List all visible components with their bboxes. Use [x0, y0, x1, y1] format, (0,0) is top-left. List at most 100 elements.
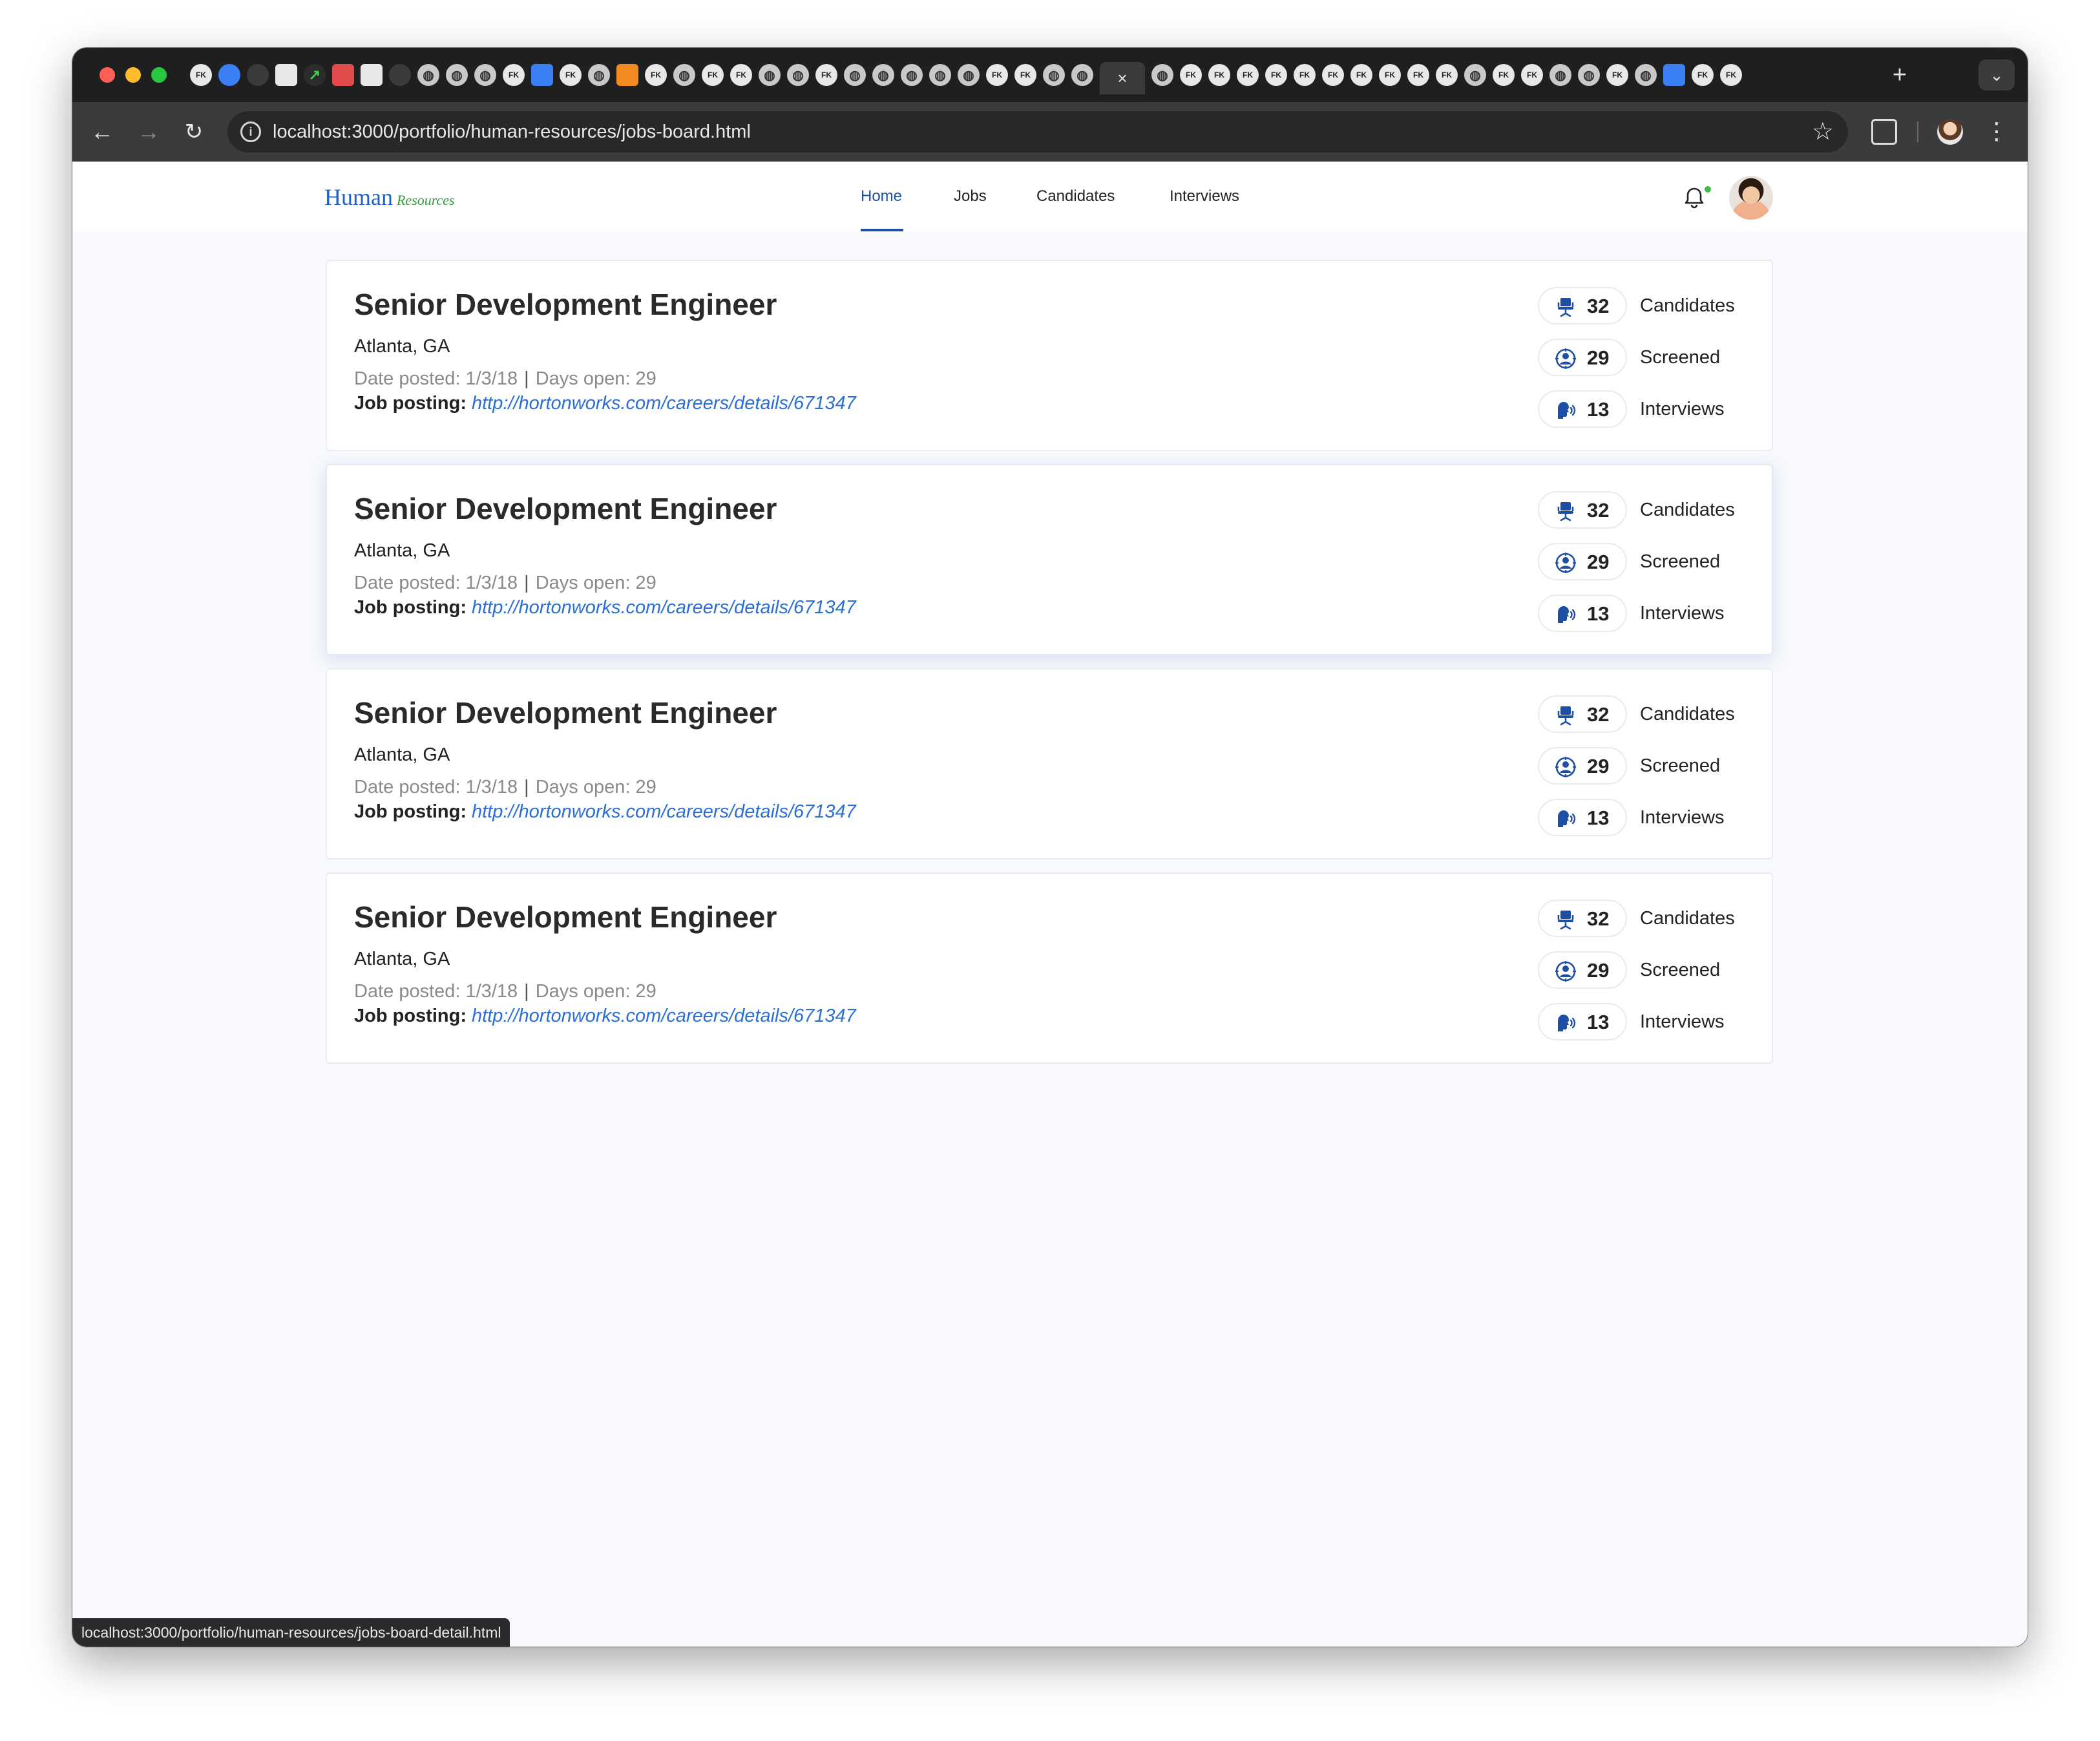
job-posting-link[interactable]: http://hortonworks.com/careers/details/6… — [472, 393, 856, 414]
stat-interviews[interactable]: 13 Interviews — [1538, 390, 1732, 428]
tab-globe-favicon-icon[interactable]: ◍ — [929, 64, 951, 86]
tab-fk-favicon-icon[interactable]: FK — [1436, 64, 1458, 86]
tab-globe-favicon-icon[interactable]: ◍ — [1071, 64, 1093, 86]
job-posting-link[interactable]: http://hortonworks.com/careers/details/6… — [472, 1006, 856, 1026]
job-card[interactable]: Senior Development Engineer Atlanta, GA … — [326, 872, 1773, 1064]
address-bar[interactable]: i localhost:3000/portfolio/human-resourc… — [227, 111, 1848, 153]
close-window-button[interactable] — [100, 67, 115, 83]
tab-fk-favicon-icon[interactable]: FK — [1180, 64, 1202, 86]
tab-dark-favicon-icon[interactable] — [389, 64, 411, 86]
tab-fk-favicon-icon[interactable]: FK — [1237, 64, 1259, 86]
tab-fk-favicon-icon[interactable]: FK — [1014, 64, 1036, 86]
tab-orange-favicon-icon[interactable] — [616, 64, 638, 86]
stat-pill[interactable]: 13 — [1538, 390, 1627, 428]
stat-pill[interactable]: 32 — [1538, 287, 1627, 324]
nav-interviews[interactable]: Interviews — [1170, 162, 1239, 231]
tab-blue-favicon-icon[interactable] — [218, 64, 240, 86]
stat-interviews[interactable]: 13 Interviews — [1538, 799, 1732, 836]
stat-candidates[interactable]: 32 Candidates — [1538, 695, 1735, 733]
tab-fk-favicon-icon[interactable]: FK — [190, 64, 212, 86]
tab-globe-favicon-icon[interactable]: ◍ — [1043, 64, 1065, 86]
minimize-window-button[interactable] — [125, 67, 141, 83]
tab-square-favicon-icon[interactable] — [361, 64, 383, 86]
address-url[interactable]: localhost:3000/portfolio/human-resources… — [273, 111, 751, 153]
tab-blue-favicon-icon[interactable] — [1663, 64, 1685, 86]
tab-search-button[interactable]: ⌄ — [1979, 59, 2015, 90]
tab-dark-favicon-icon[interactable] — [247, 64, 269, 86]
tab-fk-favicon-icon[interactable]: FK — [1606, 64, 1628, 86]
tab-fk-favicon-icon[interactable]: FK — [815, 64, 837, 86]
bell-icon[interactable] — [1681, 185, 1707, 211]
app-logo[interactable]: Human Resources — [324, 184, 455, 212]
stat-pill[interactable]: 29 — [1538, 543, 1627, 580]
tab-fk-favicon-icon[interactable]: FK — [503, 64, 525, 86]
stat-pill[interactable]: 32 — [1538, 491, 1627, 529]
tab-fk-favicon-icon[interactable]: FK — [1692, 64, 1714, 86]
stat-interviews[interactable]: 13 Interviews — [1538, 1003, 1732, 1040]
tab-globe-favicon-icon[interactable]: ◍ — [1635, 64, 1657, 86]
tab-fk-favicon-icon[interactable]: FK — [1407, 64, 1429, 86]
tab-globe-favicon-icon[interactable]: ◍ — [588, 64, 610, 86]
tab-globe-favicon-icon[interactable]: ◍ — [1578, 64, 1600, 86]
stat-pill[interactable]: 13 — [1538, 595, 1627, 632]
stat-interviews[interactable]: 13 Interviews — [1538, 595, 1732, 632]
stat-pill[interactable]: 32 — [1538, 900, 1627, 937]
tab-fk-favicon-icon[interactable]: FK — [1350, 64, 1372, 86]
stat-candidates[interactable]: 32 Candidates — [1538, 900, 1735, 937]
tab-fk-favicon-icon[interactable]: FK — [702, 64, 724, 86]
tab-globe-favicon-icon[interactable]: ◍ — [759, 64, 781, 86]
nav-home[interactable]: Home — [861, 162, 902, 231]
job-card[interactable]: Senior Development Engineer Atlanta, GA … — [326, 260, 1773, 451]
stat-pill[interactable]: 29 — [1538, 339, 1627, 376]
tab-globe-favicon-icon[interactable]: ◍ — [1464, 64, 1486, 86]
stat-pill[interactable]: 29 — [1538, 951, 1627, 989]
job-posting-link[interactable]: http://hortonworks.com/careers/details/6… — [472, 597, 856, 618]
job-title[interactable]: Senior Development Engineer — [354, 900, 777, 934]
stat-candidates[interactable]: 32 Candidates — [1538, 491, 1735, 529]
tab-globe-favicon-icon[interactable]: ◍ — [844, 64, 866, 86]
new-tab-button[interactable]: + — [1887, 62, 1913, 88]
tab-fk-favicon-icon[interactable]: FK — [1493, 64, 1515, 86]
stat-pill[interactable]: 13 — [1538, 1003, 1627, 1040]
tab-globe-favicon-icon[interactable]: ◍ — [1151, 64, 1173, 86]
tab-globe-favicon-icon[interactable]: ◍ — [417, 64, 439, 86]
tab-blue-favicon-icon[interactable] — [531, 64, 553, 86]
tab-globe-favicon-icon[interactable]: ◍ — [787, 64, 809, 86]
active-tab-close-button[interactable]: × — [1100, 62, 1145, 94]
job-title[interactable]: Senior Development Engineer — [354, 287, 777, 322]
job-posting-link[interactable]: http://hortonworks.com/careers/details/6… — [472, 801, 856, 822]
stat-candidates[interactable]: 32 Candidates — [1538, 287, 1735, 324]
stat-screened[interactable]: 29 Screened — [1538, 339, 1732, 376]
browser-menu-icon[interactable]: ⋮ — [1985, 116, 2008, 147]
stat-pill[interactable]: 32 — [1538, 695, 1627, 733]
tab-globe-favicon-icon[interactable]: ◍ — [446, 64, 468, 86]
job-title[interactable]: Senior Development Engineer — [354, 491, 777, 526]
back-button[interactable]: ← — [87, 116, 118, 147]
tab-globe-favicon-icon[interactable]: ◍ — [901, 64, 923, 86]
tab-fk-favicon-icon[interactable]: FK — [1521, 64, 1543, 86]
reload-button[interactable]: ↻ — [178, 116, 209, 147]
tab-fk-favicon-icon[interactable]: FK — [986, 64, 1008, 86]
tab-globe-favicon-icon[interactable]: ◍ — [474, 64, 496, 86]
tab-globe-favicon-icon[interactable]: ◍ — [958, 64, 980, 86]
user-avatar[interactable] — [1729, 176, 1773, 220]
tab-fk-favicon-icon[interactable]: FK — [1208, 64, 1230, 86]
tab-fk-favicon-icon[interactable]: FK — [645, 64, 667, 86]
stat-screened[interactable]: 29 Screened — [1538, 747, 1732, 785]
tab-globe-favicon-icon[interactable]: ◍ — [1549, 64, 1571, 86]
maximize-window-button[interactable] — [151, 67, 167, 83]
extensions-icon[interactable] — [1871, 119, 1897, 145]
stat-screened[interactable]: 29 Screened — [1538, 951, 1732, 989]
tab-fk-favicon-icon[interactable]: FK — [1322, 64, 1344, 86]
tab-fk-favicon-icon[interactable]: FK — [1720, 64, 1742, 86]
tab-fk-favicon-icon[interactable]: FK — [560, 64, 582, 86]
tab-square-favicon-icon[interactable] — [275, 64, 297, 86]
tab-fk-favicon-icon[interactable]: FK — [1294, 64, 1316, 86]
tab-globe-favicon-icon[interactable]: ◍ — [872, 64, 894, 86]
tab-fk-favicon-icon[interactable]: FK — [1265, 64, 1287, 86]
bookmark-star-icon[interactable]: ☆ — [1812, 111, 1834, 153]
nav-jobs[interactable]: Jobs — [954, 162, 987, 231]
tab-globe-favicon-icon[interactable]: ◍ — [673, 64, 695, 86]
tab-fk-favicon-icon[interactable]: FK — [730, 64, 752, 86]
stat-screened[interactable]: 29 Screened — [1538, 543, 1732, 580]
